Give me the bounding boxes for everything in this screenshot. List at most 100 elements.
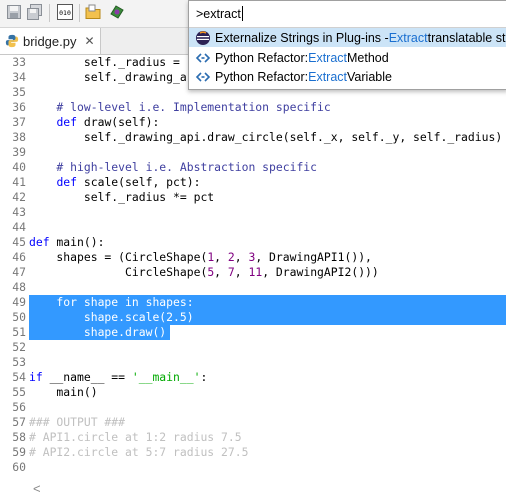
line-number: 55: [12, 385, 26, 399]
code-line[interactable]: 42 self._radius *= pct: [0, 190, 506, 205]
code-line[interactable]: 47 CircleShape(5, 7, 11, DrawingAPI2())): [0, 265, 506, 280]
scroll-left-arrow[interactable]: <: [33, 481, 41, 496]
code-line[interactable]: 38 self._drawing_api.draw_circle(self._x…: [0, 130, 506, 145]
line-number: 40: [12, 160, 26, 174]
code-line[interactable]: 46 shapes = (CircleShape(1, 2, 3, Drawin…: [0, 250, 506, 265]
code-line[interactable]: 43: [0, 205, 506, 220]
code-line[interactable]: 60: [0, 460, 506, 475]
tab-bridge-py[interactable]: bridge.py ✕: [0, 28, 101, 54]
item-text-match: Extract: [308, 69, 348, 84]
code-text[interactable]: # API2.circle at 5:7 radius 27.5: [29, 445, 248, 460]
line-number: 42: [12, 190, 26, 204]
line-number: 56: [12, 400, 26, 414]
code-editor[interactable]: 33 self._radius = 34 self._drawing_a 35 36…: [0, 55, 506, 495]
code-line[interactable]: 39: [0, 145, 506, 160]
line-number: 46: [12, 250, 26, 264]
code-text[interactable]: def scale(self, pct):: [29, 175, 200, 190]
code-text[interactable]: self._radius =: [29, 55, 187, 70]
code-text[interactable]: self._drawing_api.draw_circle(self._x, s…: [29, 130, 502, 145]
code-line[interactable]: 57 ### OUTPUT ###: [0, 415, 506, 430]
quick-access-item-externalize-strings[interactable]: Externalize Strings in Plug-ins - Extrac…: [189, 28, 506, 47]
line-number: 41: [12, 175, 26, 189]
code-text[interactable]: main(): [29, 385, 97, 400]
code-text[interactable]: CircleShape(5, 7, 11, DrawingAPI2())): [29, 265, 379, 280]
code-text[interactable]: # high-level i.e. Abstraction specific: [29, 160, 317, 175]
code-text[interactable]: shape.draw(): [29, 325, 166, 340]
code-line[interactable]: 53: [0, 355, 506, 370]
item-text-prefix: Python Refactor:: [215, 50, 309, 65]
line-number: 47: [12, 265, 26, 279]
line-number: 54: [12, 370, 26, 384]
line-number: 53: [12, 355, 26, 369]
code-text[interactable]: # low-level i.e. Implementation specific: [29, 100, 330, 115]
code-line[interactable]: 51 shape.draw(): [0, 325, 506, 340]
svg-text:010: 010: [59, 9, 71, 17]
quick-access-query[interactable]: >extract: [196, 7, 241, 21]
code-line[interactable]: 56: [0, 400, 506, 415]
code-text[interactable]: shape.scale(2.5): [29, 310, 194, 325]
save-icon[interactable]: [6, 4, 22, 20]
folder-icon[interactable]: [85, 4, 101, 20]
eclipse-icon: [196, 30, 210, 45]
quick-access-item-extract-method[interactable]: Python Refactor: Extract Method: [189, 48, 506, 67]
quick-access-popup: >extract Externalize Strings in Plug-ins…: [188, 0, 506, 90]
code-line[interactable]: 49 for shape in shapes:: [0, 295, 506, 310]
line-number: 35: [12, 85, 26, 99]
code-text[interactable]: if __name__ == '__main__':: [29, 370, 207, 385]
code-line[interactable]: 54 if __name__ == '__main__':: [0, 370, 506, 385]
line-number: 60: [12, 460, 26, 474]
line-number: 57: [12, 415, 26, 429]
line-number: 37: [12, 115, 26, 129]
code-text[interactable]: shapes = (CircleShape(1, 2, 3, DrawingAP…: [29, 250, 372, 265]
code-line[interactable]: 52: [0, 340, 506, 355]
code-line[interactable]: 37 def draw(self):: [0, 115, 506, 130]
item-text-suffix: translatable strings: [427, 30, 506, 45]
code-line[interactable]: 45 def main():: [0, 235, 506, 250]
code-line[interactable]: 50 shape.scale(2.5): [0, 310, 506, 325]
line-number: 59: [12, 445, 26, 459]
code-line[interactable]: 55 main(): [0, 385, 506, 400]
code-line[interactable]: 48: [0, 280, 506, 295]
toolbar-separator: [49, 4, 50, 22]
line-number: 36: [12, 100, 26, 114]
item-text-suffix: Method: [347, 50, 389, 65]
line-number: 34: [12, 70, 26, 84]
item-text-prefix: Python Refactor:: [215, 69, 309, 84]
line-number: 33: [12, 55, 26, 69]
line-number: 43: [12, 205, 26, 219]
save-all-icon[interactable]: [27, 4, 43, 20]
code-line[interactable]: 59 # API2.circle at 5:7 radius 27.5: [0, 445, 506, 460]
code-line[interactable]: 40 # high-level i.e. Abstraction specifi…: [0, 160, 506, 175]
line-number: 49: [12, 295, 26, 309]
close-icon[interactable]: ✕: [84, 34, 94, 48]
code-line[interactable]: 36 # low-level i.e. Implementation speci…: [0, 100, 506, 115]
code-text[interactable]: self._drawing_a: [29, 70, 187, 85]
code-line[interactable]: 41 def scale(self, pct):: [0, 175, 506, 190]
tab-label: bridge.py: [23, 33, 77, 49]
item-text-match: Extract: [308, 50, 348, 65]
quick-access-input[interactable]: >extract: [189, 1, 506, 28]
refactor-icon: [195, 71, 211, 82]
line-number: 51: [12, 325, 26, 339]
toolbar-separator: [79, 4, 80, 22]
refactor-icon: [195, 52, 211, 63]
code-text[interactable]: # API1.circle at 1:2 radius 7.5: [29, 430, 242, 445]
code-line[interactable]: 44: [0, 220, 506, 235]
line-number: 50: [12, 310, 26, 324]
line-number: 39: [12, 145, 26, 159]
code-line[interactable]: 58 # API1.circle at 1:2 radius 7.5: [0, 430, 506, 445]
quick-access-item-extract-variable[interactable]: Python Refactor: Extract Variable: [189, 67, 506, 86]
line-number: 52: [12, 340, 26, 354]
item-text-suffix: Variable: [347, 69, 392, 84]
line-number: 44: [12, 220, 26, 234]
line-number: 48: [12, 280, 26, 294]
code-text[interactable]: def draw(self):: [29, 115, 159, 130]
perspective-icon[interactable]: [109, 4, 125, 20]
horizontal-scrollbar[interactable]: <: [0, 480, 506, 500]
binary-icon[interactable]: 010: [57, 4, 73, 20]
code-text[interactable]: ### OUTPUT ###: [29, 415, 125, 430]
code-text[interactable]: def main():: [29, 235, 104, 250]
python-file-icon: [5, 34, 19, 48]
code-text[interactable]: for shape in shapes:: [29, 295, 193, 310]
code-text[interactable]: self._radius *= pct: [29, 190, 214, 205]
